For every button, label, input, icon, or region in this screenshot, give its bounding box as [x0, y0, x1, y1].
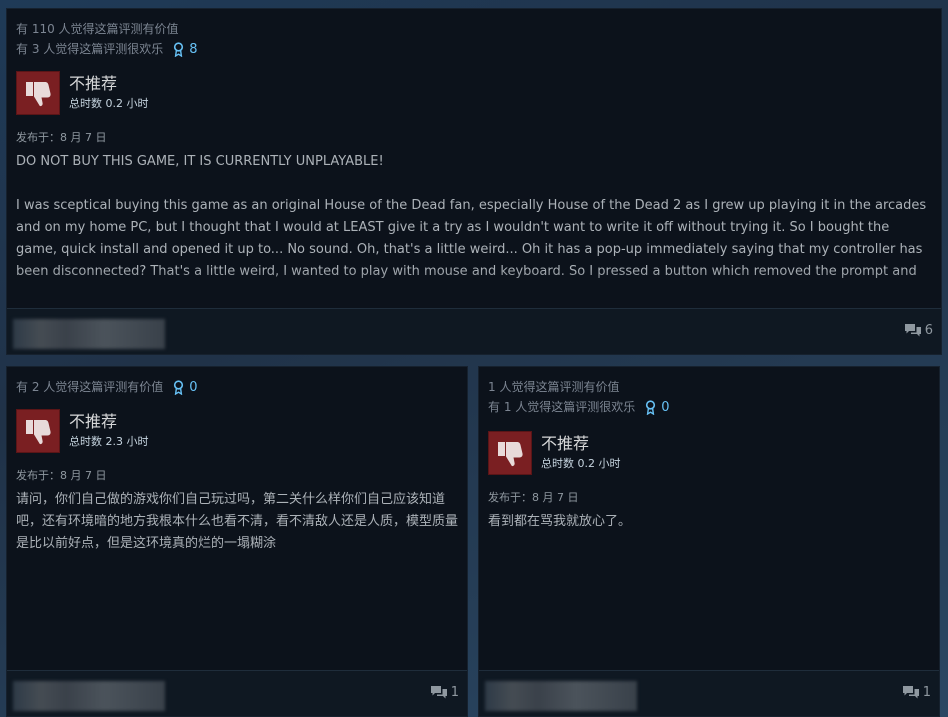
award-count: 0 — [661, 399, 670, 415]
review-verdict: 不推荐 总时数 0.2 小时 — [488, 431, 930, 475]
funny-count: 有 1 人觉得这篇评测很欢乐 — [488, 400, 636, 414]
comment-bubble-icon — [430, 686, 447, 699]
author-avatar[interactable] — [13, 319, 165, 349]
review-text: 请问，你们自己做的游戏你们自己玩过吗，第二关什么样你们自己应该知道吧，还有环境暗… — [16, 492, 459, 551]
award-ribbon-icon — [174, 379, 184, 395]
posted-date: 发布于：8 月 7 日 — [16, 131, 107, 144]
review-footer: 1 — [7, 670, 467, 716]
award-count: 0 — [189, 379, 198, 395]
comments-button[interactable]: 1 — [902, 685, 931, 700]
review-spacer — [16, 173, 932, 195]
author-avatar[interactable] — [13, 681, 165, 711]
comment-bubble-icon — [902, 686, 919, 699]
review-body: 1 人觉得这篇评测有价值 有 1 人觉得这篇评测很欢乐 0 不推荐 总时数 0.… — [479, 367, 939, 670]
verdict-label: 不推荐 — [69, 412, 118, 431]
review-card: 有 2 人觉得这篇评测有价值 0 不推荐 总时数 2.3 小时 发布于：8 月 … — [6, 366, 468, 717]
comment-count: 1 — [450, 685, 459, 700]
verdict-label: 不推荐 — [541, 434, 590, 453]
review-text: 看到都在骂我就放心了。 — [488, 514, 632, 529]
award-ribbon-icon — [174, 41, 184, 57]
posted-date: 发布于：8 月 7 日 — [488, 491, 579, 504]
playtime-hours: 总时数 0.2 小时 — [69, 97, 149, 110]
review-footer: 6 — [7, 308, 941, 354]
helpful-count: 1 人觉得这篇评测有价值 — [488, 380, 620, 394]
review-card: 1 人觉得这篇评测有价值 有 1 人觉得这篇评测很欢乐 0 不推荐 总时数 0.… — [478, 366, 940, 717]
thumbs-down-icon — [16, 409, 60, 453]
funny-count: 有 3 人觉得这篇评测很欢乐 — [16, 42, 164, 56]
helpful-count: 有 2 人觉得这篇评测有价值 — [16, 380, 164, 394]
comment-count: 1 — [922, 685, 931, 700]
comment-bubble-icon — [904, 324, 921, 337]
comments-button[interactable]: 1 — [430, 685, 459, 700]
award-badge[interactable]: 0 — [645, 399, 670, 415]
review-footer: 1 — [479, 670, 939, 716]
thumbs-down-icon — [488, 431, 532, 475]
review-verdict: 不推荐 总时数 0.2 小时 — [16, 71, 932, 115]
posted-date: 发布于：8 月 7 日 — [16, 469, 107, 482]
review-body: 有 2 人觉得这篇评测有价值 0 不推荐 总时数 2.3 小时 发布于：8 月 … — [7, 367, 467, 670]
text-fade — [7, 268, 941, 308]
award-ribbon-icon — [646, 399, 656, 415]
comment-count: 6 — [924, 323, 933, 338]
author-avatar[interactable] — [485, 681, 637, 711]
review-verdict: 不推荐 总时数 2.3 小时 — [16, 409, 458, 453]
review-text: DO NOT BUY THIS GAME, IT IS CURRENTLY UN… — [16, 151, 932, 283]
award-badge[interactable]: 0 — [173, 379, 198, 395]
award-badge[interactable]: 8 — [173, 41, 198, 57]
thumbs-down-icon — [16, 71, 60, 115]
verdict-label: 不推荐 — [69, 74, 118, 93]
playtime-hours: 总时数 2.3 小时 — [69, 435, 149, 448]
comments-button[interactable]: 6 — [904, 323, 933, 338]
award-count: 8 — [189, 41, 198, 57]
review-headline: DO NOT BUY THIS GAME, IT IS CURRENTLY UN… — [16, 154, 384, 169]
helpful-count: 有 110 人觉得这篇评测有价值 — [16, 22, 179, 36]
review-card: 有 110 人觉得这篇评测有价值 有 3 人觉得这篇评测很欢乐 8 不推荐 总时… — [6, 8, 942, 355]
review-body: 有 110 人觉得这篇评测有价值 有 3 人觉得这篇评测很欢乐 8 不推荐 总时… — [7, 9, 941, 308]
playtime-hours: 总时数 0.2 小时 — [541, 457, 621, 470]
